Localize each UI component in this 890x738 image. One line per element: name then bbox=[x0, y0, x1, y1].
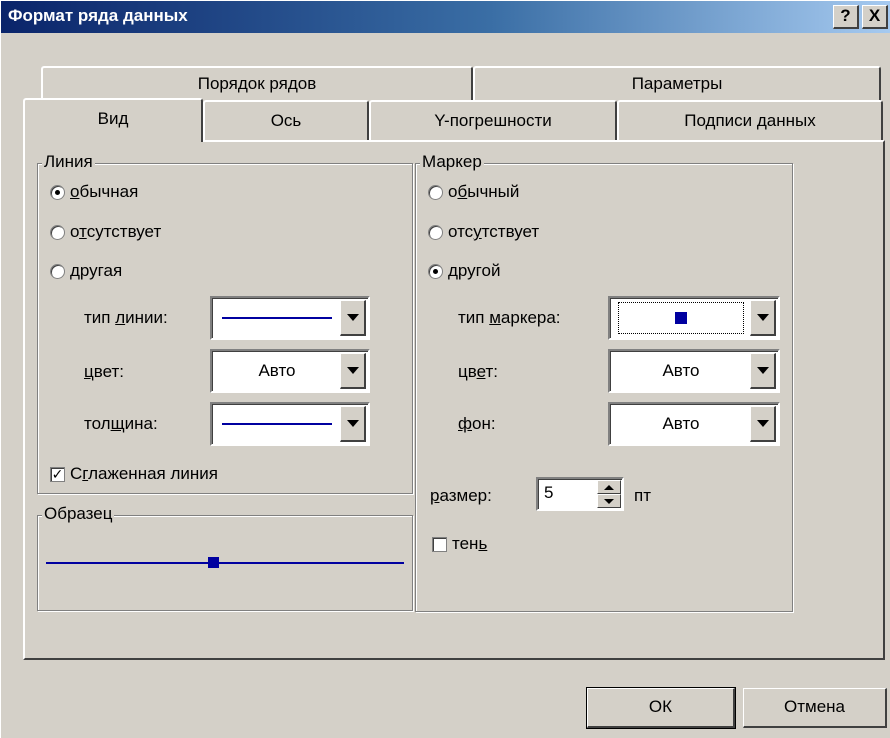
chevron-down-icon bbox=[346, 367, 359, 374]
window-title: Формат ряда данных bbox=[8, 6, 188, 25]
marker-option-normal[interactable]: обычный bbox=[428, 182, 519, 202]
marker-type-label: тип маркера: bbox=[458, 308, 561, 327]
marker-type-dropdown-button[interactable] bbox=[750, 300, 776, 336]
marker-background-dropdown-button[interactable] bbox=[750, 406, 776, 442]
radio-icon bbox=[428, 224, 443, 240]
line-weight-sample bbox=[222, 423, 332, 425]
chevron-down-icon bbox=[346, 420, 359, 427]
tab-axis[interactable]: Ось bbox=[203, 100, 369, 140]
line-weight-dropdown-button[interactable] bbox=[340, 406, 366, 442]
marker-style-sample bbox=[675, 312, 687, 324]
line-option-label: обычная bbox=[70, 182, 139, 201]
marker-option-label: обычный bbox=[448, 182, 520, 201]
marker-option-label: отсутствует bbox=[448, 222, 540, 241]
line-weight-label: толщина: bbox=[84, 414, 158, 433]
marker-size-label: размер: bbox=[430, 486, 492, 505]
tab-parameters[interactable]: Параметры bbox=[473, 66, 881, 102]
marker-color-value: Авто bbox=[662, 361, 700, 380]
cancel-button[interactable]: Отмена bbox=[743, 688, 887, 728]
smoothed-line-checkbox[interactable]: ✓ Сглаженная линия bbox=[50, 464, 218, 484]
line-option-label: другая bbox=[70, 261, 123, 280]
marker-type-combo[interactable] bbox=[608, 296, 780, 340]
line-color-combo[interactable]: Авто bbox=[210, 349, 370, 393]
marker-size-stepper[interactable]: 5 bbox=[536, 477, 624, 511]
line-type-label: тип линии: bbox=[84, 308, 168, 327]
line-option-label: отсутствует bbox=[70, 222, 162, 241]
radio-icon bbox=[50, 224, 65, 240]
marker-group: Маркер обычный отсутствует другой тип ма… bbox=[415, 152, 793, 612]
sample-group: Образец bbox=[37, 504, 413, 611]
line-type-value bbox=[216, 298, 338, 338]
radio-icon bbox=[428, 184, 443, 200]
line-color-label: цвет: bbox=[84, 362, 124, 381]
sample-line bbox=[46, 562, 404, 564]
radio-icon bbox=[428, 263, 443, 279]
marker-color-dropdown-button[interactable] bbox=[750, 353, 776, 389]
close-button[interactable]: X bbox=[862, 5, 888, 29]
line-option-custom[interactable]: другая bbox=[50, 261, 122, 281]
format-data-series-dialog: Формат ряда данных ? X Порядок рядов Пар… bbox=[0, 0, 890, 738]
marker-option-label: другой bbox=[448, 261, 501, 280]
tab-view[interactable]: Вид bbox=[23, 98, 203, 142]
ok-button[interactable]: ОК bbox=[586, 687, 736, 729]
marker-option-custom[interactable]: другой bbox=[428, 261, 500, 281]
stepper-down-button[interactable] bbox=[597, 494, 621, 508]
marker-type-value bbox=[618, 302, 744, 334]
chevron-up-icon bbox=[604, 484, 614, 490]
tab-data-labels[interactable]: Подписи данных bbox=[617, 100, 883, 140]
chevron-down-icon bbox=[756, 367, 769, 374]
checkmark-icon: ✓ bbox=[50, 465, 65, 482]
line-style-sample bbox=[222, 317, 332, 319]
chevron-down-icon bbox=[346, 314, 359, 321]
marker-option-none[interactable]: отсутствует bbox=[428, 222, 539, 242]
tab-series-order[interactable]: Порядок рядов bbox=[41, 66, 473, 102]
line-option-none[interactable]: отсутствует bbox=[50, 222, 161, 242]
marker-size-unit: пт bbox=[634, 486, 651, 505]
smoothed-line-label: Сглаженная линия bbox=[70, 464, 218, 483]
shadow-checkbox[interactable]: тень bbox=[432, 534, 487, 554]
marker-color-combo[interactable]: Авто bbox=[608, 349, 780, 393]
line-color-value: Авто bbox=[258, 361, 296, 380]
title-bar[interactable]: Формат ряда данных ? X bbox=[1, 1, 890, 33]
radio-icon bbox=[50, 263, 65, 279]
chevron-down-icon bbox=[604, 498, 614, 504]
marker-background-combo[interactable]: Авто bbox=[608, 402, 780, 446]
sample-marker bbox=[208, 557, 219, 568]
marker-background-label: фон: bbox=[458, 414, 496, 433]
chevron-down-icon bbox=[756, 314, 769, 321]
line-group: Линия обычная отсутствует другая тип лин… bbox=[37, 152, 413, 494]
marker-size-value: 5 bbox=[544, 483, 554, 502]
radio-icon bbox=[50, 184, 65, 200]
tab-y-error-bars[interactable]: Y-погрешности bbox=[369, 100, 617, 140]
marker-background-value: Авто bbox=[662, 414, 700, 433]
marker-group-legend: Маркер bbox=[420, 152, 484, 172]
marker-color-label: цвет: bbox=[458, 362, 498, 381]
line-color-dropdown-button[interactable] bbox=[340, 353, 366, 389]
tab-panel-view: Линия обычная отсутствует другая тип лин… bbox=[23, 140, 885, 660]
line-group-legend: Линия bbox=[42, 152, 95, 172]
line-weight-combo[interactable] bbox=[210, 402, 370, 446]
chevron-down-icon bbox=[756, 420, 769, 427]
help-button[interactable]: ? bbox=[833, 5, 859, 29]
checkbox-icon bbox=[432, 536, 447, 552]
line-option-normal[interactable]: обычная bbox=[50, 182, 138, 202]
line-type-dropdown-button[interactable] bbox=[340, 300, 366, 336]
line-type-combo[interactable] bbox=[210, 296, 370, 340]
shadow-label: тень bbox=[452, 534, 488, 553]
stepper-up-button[interactable] bbox=[597, 480, 621, 494]
sample-group-legend: Образец bbox=[42, 504, 115, 524]
line-weight-value bbox=[216, 404, 338, 444]
